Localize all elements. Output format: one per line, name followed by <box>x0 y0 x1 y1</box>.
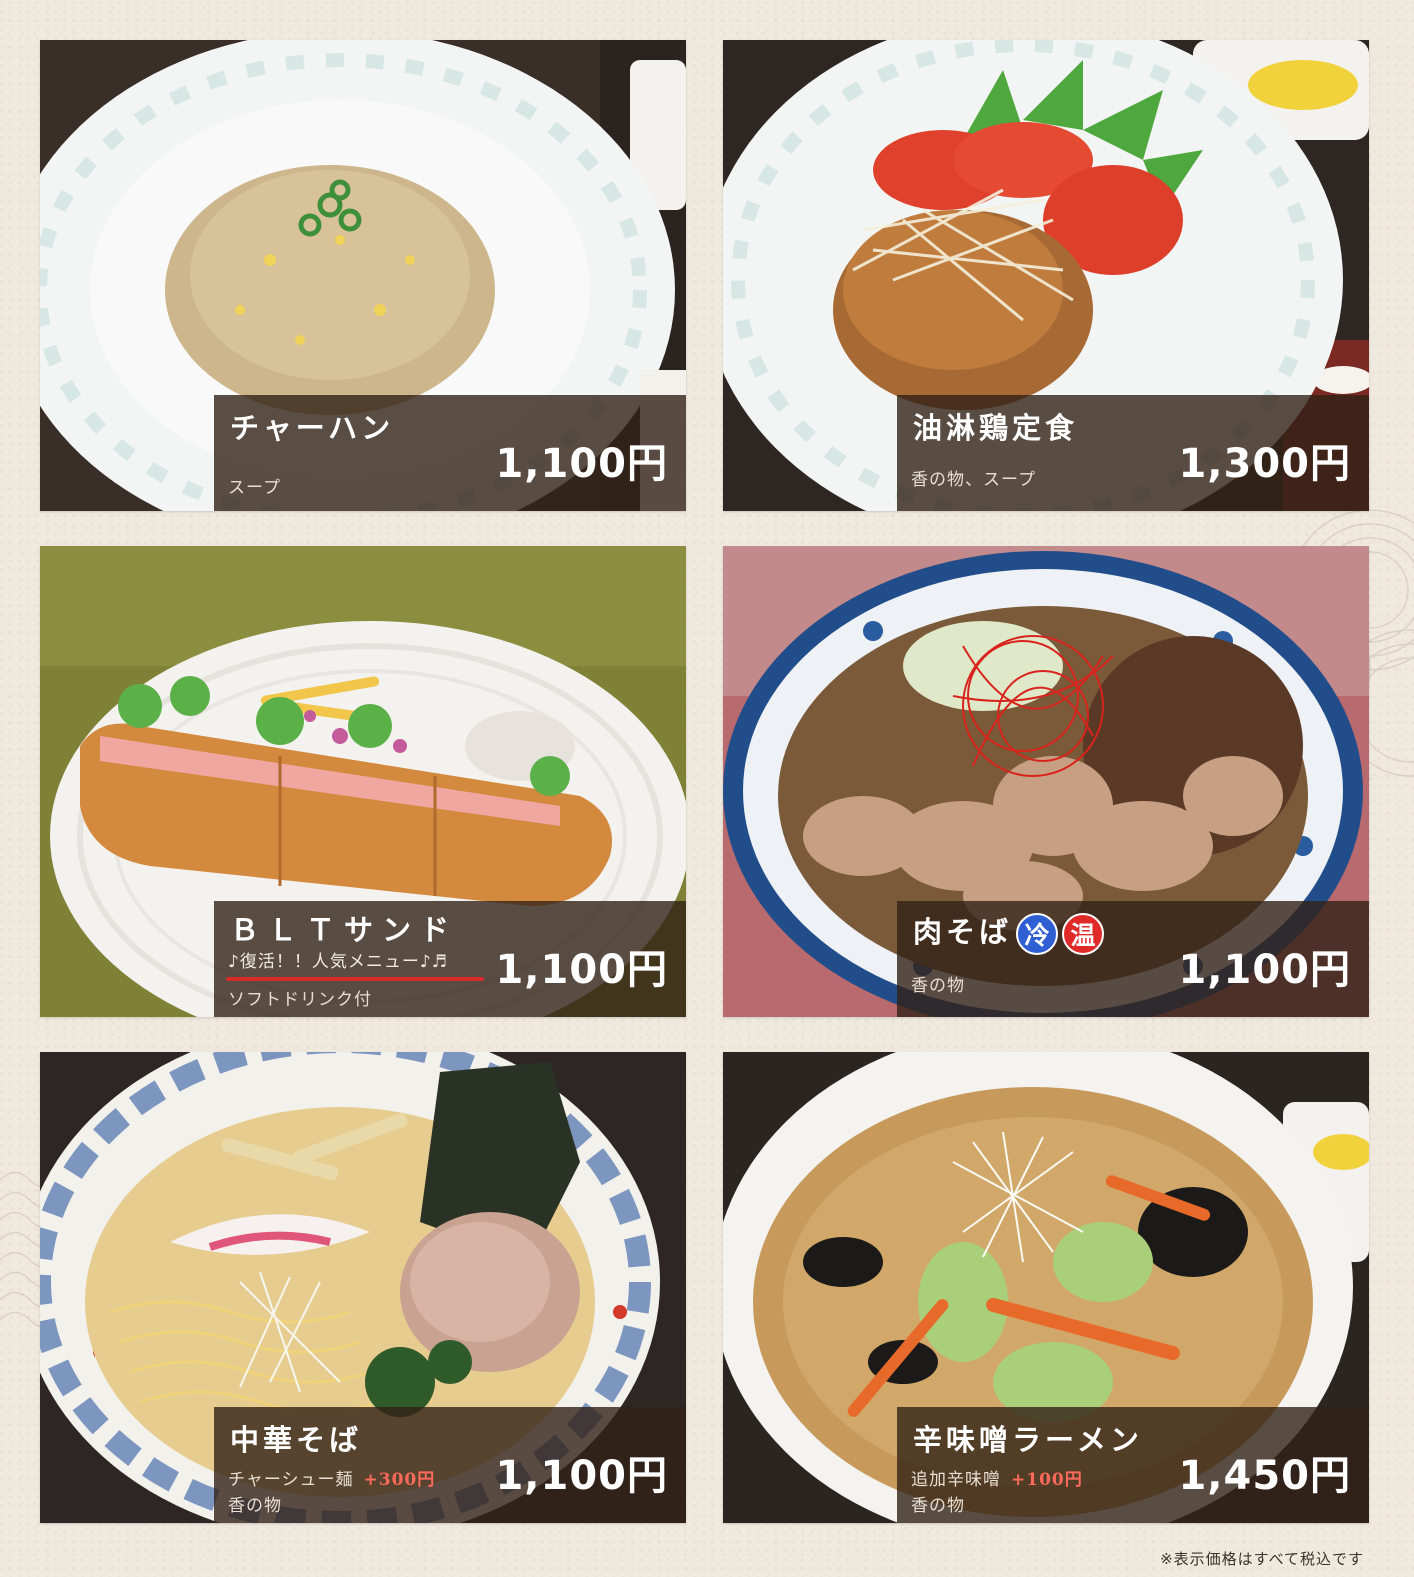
dish-name-row: 肉そば冷温 <box>913 909 1105 955</box>
menu-card-fried-rice[interactable]: チャーハン スープ 1,100円 <box>40 40 686 511</box>
option-text: チャーシュー麺 <box>228 1470 354 1490</box>
menu-label-panel: 油淋鶏定食 香の物、スープ 1,300円 <box>897 395 1369 511</box>
menu-card-niku-soba[interactable]: 肉そば冷温 香の物 1,100円 <box>723 546 1369 1017</box>
dish-name: 油淋鶏定食 <box>913 411 1079 445</box>
dish-name: 辛味噌ラーメン <box>913 1423 1143 1457</box>
dish-name: 中華そば <box>230 1423 363 1457</box>
dish-tagline: ♪復活！！人気メニュー♪♬ <box>228 952 448 972</box>
includes-text: スープ <box>228 478 281 498</box>
menu-label-panel: 辛味噌ラーメン 追加辛味噌 +100円 香の物 1,450円 <box>897 1407 1369 1523</box>
menu-card-yuurinchi-set[interactable]: 油淋鶏定食 香の物、スープ 1,300円 <box>723 40 1369 511</box>
dish-name: ＢＬＴサンド <box>230 913 459 947</box>
dish-includes: 香の物 <box>228 1491 282 1516</box>
tagline-underline <box>226 977 484 981</box>
includes-text: 香の物、スープ <box>911 470 1036 490</box>
dish-includes: 香の物 <box>911 1491 965 1516</box>
dish-includes: スープ <box>228 473 281 498</box>
dish-option: チャーシュー麺 +300円 <box>228 1465 435 1490</box>
dish-price: 1,300円 <box>1178 441 1351 487</box>
hot-badge: 温 <box>1062 913 1105 955</box>
menu-card-chuka-soba[interactable]: 中華そば チャーシュー麺 +300円 香の物 1,100円 <box>40 1052 686 1523</box>
option-extra-price: +300円 <box>363 1470 436 1490</box>
option-extra-price: +100円 <box>1011 1470 1083 1490</box>
dish-price: 1,450円 <box>1178 1453 1351 1499</box>
dish-name: チャーハン <box>230 411 395 445</box>
includes-text: 香の物 <box>911 1496 965 1516</box>
includes-text: 香の物 <box>228 1496 282 1516</box>
dish-includes: ソフトドリンク付 <box>228 985 372 1010</box>
menu-label-panel: 肉そば冷温 香の物 1,100円 <box>897 901 1369 1017</box>
cold-badge: 冷 <box>1016 913 1059 955</box>
includes-text: 香の物 <box>911 976 965 996</box>
menu-label-panel: チャーハン スープ 1,100円 <box>214 395 686 511</box>
dish-price: 1,100円 <box>1178 947 1351 993</box>
dish-includes: 香の物、スープ <box>911 465 1036 490</box>
dish-price: 1,100円 <box>495 1453 668 1499</box>
includes-text: ソフトドリンク付 <box>228 990 372 1010</box>
menu-card-kara-miso-ramen[interactable]: 辛味噌ラーメン 追加辛味噌 +100円 香の物 1,450円 <box>723 1052 1369 1523</box>
tax-note: ※表示価格はすべて税込です <box>1160 1550 1364 1568</box>
option-text: 追加辛味噌 <box>911 1470 1001 1490</box>
menu-card-blt-sandwich[interactable]: ＢＬＴサンド ♪復活！！人気メニュー♪♬ ソフトドリンク付 1,100円 <box>40 546 686 1017</box>
dish-includes: 香の物 <box>911 971 965 996</box>
menu-label-panel: 中華そば チャーシュー麺 +300円 香の物 1,100円 <box>214 1407 686 1523</box>
dish-name: 肉そば <box>913 915 1013 949</box>
dish-price: 1,100円 <box>495 947 668 993</box>
dish-price: 1,100円 <box>495 441 668 487</box>
dish-option: 追加辛味噌 +100円 <box>911 1465 1083 1490</box>
menu-label-panel: ＢＬＴサンド ♪復活！！人気メニュー♪♬ ソフトドリンク付 1,100円 <box>214 901 686 1017</box>
